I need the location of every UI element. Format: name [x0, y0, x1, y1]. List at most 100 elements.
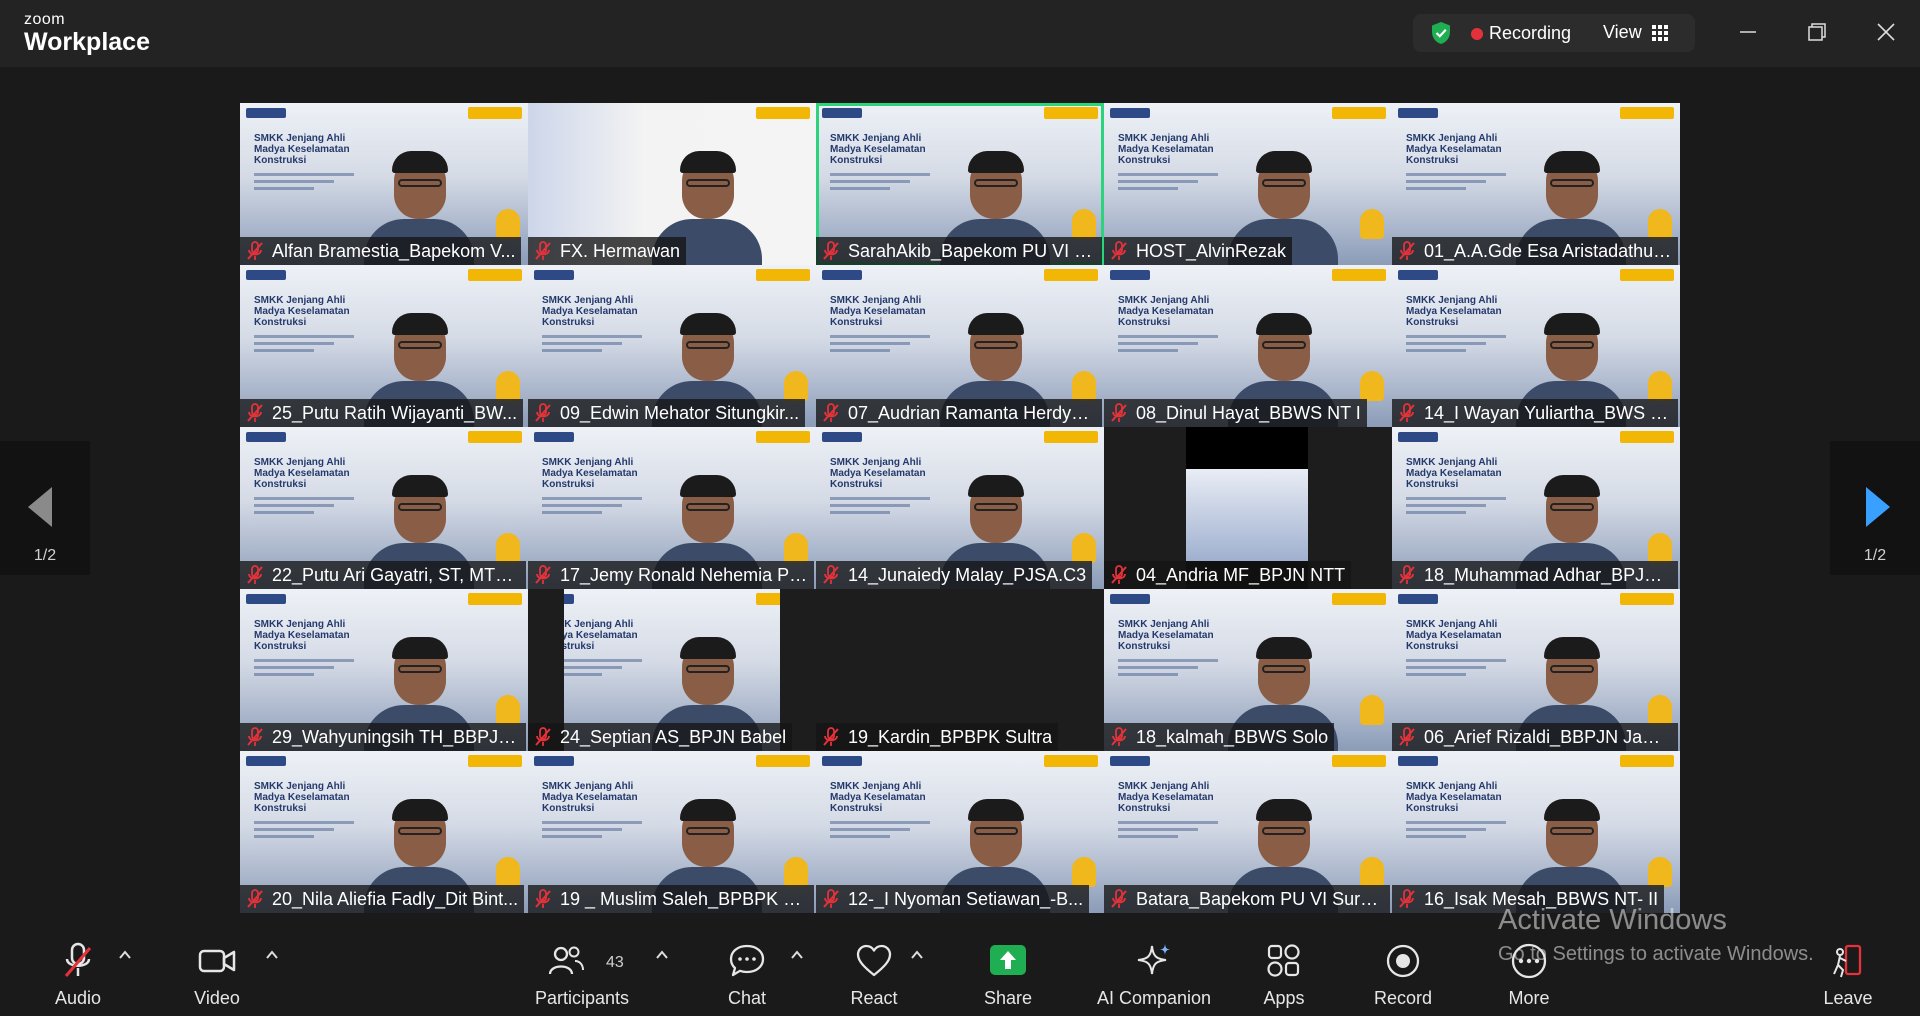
record-button[interactable]: Record — [1368, 942, 1438, 1012]
participant-tile[interactable]: SMKK Jenjang Ahli Madya Keselamatan Kons… — [816, 265, 1104, 427]
participant-tile[interactable]: SMKK Jenjang Ahli Madya Keselamatan Kons… — [1392, 589, 1680, 751]
participant-tile[interactable]: SMKK Jenjang Ahli Madya Keselamatan Kons… — [1104, 265, 1392, 427]
participant-nameplate: Alfan Bramestia_Bapekom V... — [240, 237, 522, 265]
slide-title: SMKK Jenjang Ahli Madya Keselamatan Kons… — [1406, 457, 1502, 490]
slide-title: SMKK Jenjang Ahli Madya Keselamatan Kons… — [1118, 295, 1214, 328]
participant-tile[interactable]: SMKK Jenjang Ahli Madya Keselamatan Kons… — [528, 427, 816, 589]
slide-text-lines — [830, 497, 930, 517]
participants-options-chevron-icon[interactable] — [655, 948, 669, 962]
ai-companion-button[interactable]: AI Companion — [1092, 942, 1216, 1012]
slide-title: SMKK Jenjang Ahli Madya Keselamatan Kons… — [1118, 619, 1214, 652]
page-indicator-right: 1/2 — [1863, 547, 1887, 564]
participant-tile[interactable]: SMKK Jenjang Ahli Madya Keselamatan Kons… — [240, 103, 528, 265]
participant-nameplate: 29_Wahyuningsih TH_BBPJN... — [240, 723, 526, 751]
participant-name: 12-_I Nyoman Setiawan_-B... — [848, 888, 1084, 909]
mascot-figure — [1648, 533, 1672, 563]
participant-name: HOST_AlvinRezak — [1136, 240, 1287, 261]
restore-button[interactable] — [1796, 14, 1836, 50]
participant-name: 19 _ Muslim Saleh_BPBPK N... — [560, 888, 808, 909]
chat-button[interactable]: Chat — [717, 942, 777, 1012]
participant-name: Batara_Bapekom PU VI Sura... — [1136, 888, 1384, 909]
video-options-chevron-icon[interactable] — [265, 948, 279, 962]
participant-tile[interactable]: SMKK Jenjang Ahli Madya Keselamatan Kons… — [240, 589, 528, 751]
participant-tile[interactable]: SMKK Jenjang Ahli Madya Keselamatan Kons… — [240, 751, 528, 913]
participant-tile[interactable]: SMKK Jenjang Ahli Madya Keselamatan Kons… — [528, 751, 816, 913]
participant-nameplate: 20_Nila Aliefia Fadly_Dit Bint... — [240, 885, 525, 913]
kemenpu-logo — [1044, 755, 1098, 767]
participant-tile[interactable]: SMKK Jenjang Ahli Madya Keselamatan Kons… — [1392, 751, 1680, 913]
pu-logo — [1110, 756, 1150, 766]
pu-logo — [534, 432, 574, 442]
participant-name: 06_Arief Rizaldi_BBPJN Jawa... — [1424, 726, 1672, 747]
microphone-muted-icon — [247, 727, 263, 746]
slide-title: SMKK Jenjang Ahli Madya Keselamatan Kons… — [254, 619, 350, 652]
microphone-muted-icon — [823, 889, 839, 908]
participant-name: 18_Muhammad Adhar_BPJN... — [1424, 564, 1672, 585]
participant-tile[interactable]: SMKK Jenjang Ahli Madya Keselamatan Kons… — [816, 751, 1104, 913]
participant-tile[interactable]: SMKK Jenjang Ahli Madya Keselamatan Kons… — [1104, 103, 1392, 265]
participant-tile[interactable]: SMKK Jenjang Ahli Madya Keselamatan Kons… — [816, 103, 1104, 265]
audio-button[interactable]: Audio — [48, 942, 108, 1012]
slide-text-lines — [1118, 821, 1218, 841]
previous-page-button[interactable]: 1/2 — [0, 441, 90, 575]
pu-logo — [1398, 594, 1438, 604]
participant-tile[interactable]: SMKK Jenjang Ahli Madya Keselamatan Kons… — [1392, 103, 1680, 265]
participant-tile[interactable]: SMKK Jenjang Ahli Madya Keselamatan Kons… — [1104, 751, 1392, 913]
participant-nameplate: Batara_Bapekom PU VI Sura... — [1104, 885, 1390, 913]
participant-tile[interactable]: SMKK Jenjang Ahli Madya Keselamatan Kons… — [240, 265, 528, 427]
recording-status-pill[interactable]: Recording View — [1413, 14, 1695, 52]
slide-title: SMKK Jenjang Ahli Madya Keselamatan Kons… — [254, 457, 350, 490]
slide-title: SMKK Jenjang Ahli Madya Keselamatan Kons… — [1406, 619, 1502, 652]
apps-label: Apps — [1263, 988, 1305, 1008]
participant-tile[interactable]: SMKK Jenjang Ahli Madya Keselamatan Kons… — [1104, 589, 1392, 751]
participant-name: 07_Audrian Ramanta Herdy_... — [848, 402, 1096, 423]
pu-logo — [246, 756, 286, 766]
react-options-chevron-icon[interactable] — [910, 948, 924, 962]
participant-name: 18_kalmah_BBWS Solo — [1136, 726, 1329, 747]
video-label: Video — [194, 988, 240, 1008]
chat-options-chevron-icon[interactable] — [790, 948, 804, 962]
participant-tile[interactable]: SMKK Jenjang Ahli Madya Keselamatan Kons… — [1392, 427, 1680, 589]
microphone-muted-icon — [1399, 403, 1415, 422]
view-button[interactable]: View — [1603, 22, 1668, 43]
share-button[interactable]: Share — [978, 942, 1038, 1012]
participant-tile[interactable]: 19_Kardin_BPBPK Sultra — [816, 589, 1104, 751]
slide-text-lines — [1406, 497, 1506, 517]
audio-options-chevron-icon[interactable] — [118, 948, 132, 962]
participant-nameplate: 18_Muhammad Adhar_BPJN... — [1392, 561, 1678, 589]
slide-text-lines — [1406, 173, 1506, 193]
participant-tile[interactable]: FX. Hermawan — [528, 103, 816, 265]
participants-button[interactable]: Participants — [532, 942, 632, 1012]
video-button[interactable]: Video — [187, 942, 247, 1012]
pu-logo — [822, 432, 862, 442]
participant-tile[interactable]: SMKK Jenjang Ahli Madya Keselamatan Kons… — [816, 427, 1104, 589]
react-button[interactable]: React — [844, 942, 904, 1012]
next-page-button[interactable]: 1/2 — [1830, 441, 1920, 575]
more-button[interactable]: More — [1499, 942, 1559, 1012]
slide-text-lines — [830, 335, 930, 355]
participant-tile[interactable]: 04_Andria MF_BPJN NTT — [1104, 427, 1392, 589]
participant-name: 14_Junaiedy Malay_PJSA.C3 — [848, 564, 1087, 585]
participant-name: 29_Wahyuningsih TH_BBPJN... — [272, 726, 520, 747]
close-button[interactable] — [1866, 14, 1906, 50]
participant-name: SarahAkib_Bapekom PU VI Sura... — [848, 240, 1096, 261]
mascot-figure — [1360, 857, 1384, 887]
slide-text-lines — [254, 659, 354, 679]
arrow-left-icon — [28, 487, 52, 527]
slide-title: SMKK Jenjang Ahli Madya Keselamatan Kons… — [1406, 781, 1502, 814]
minimize-button[interactable] — [1728, 14, 1768, 50]
microphone-muted-icon — [1399, 889, 1415, 908]
participant-tile[interactable]: SMKK Jenjang Ahli Madya Keselamatan Kons… — [528, 589, 816, 751]
recording-dot-icon — [1471, 28, 1483, 40]
microphone-muted-icon — [535, 889, 551, 908]
participant-tile[interactable]: SMKK Jenjang Ahli Madya Keselamatan Kons… — [1392, 265, 1680, 427]
apps-button[interactable]: Apps — [1254, 942, 1314, 1012]
participant-tile[interactable]: SMKK Jenjang Ahli Madya Keselamatan Kons… — [240, 427, 528, 589]
microphone-muted-icon — [1111, 889, 1127, 908]
microphone-muted-icon — [535, 241, 551, 260]
leave-button[interactable]: Leave — [1818, 942, 1878, 1012]
pu-logo — [822, 270, 862, 280]
kemenpu-logo — [1620, 755, 1674, 767]
microphone-muted-icon — [823, 403, 839, 422]
participant-tile[interactable]: SMKK Jenjang Ahli Madya Keselamatan Kons… — [528, 265, 816, 427]
